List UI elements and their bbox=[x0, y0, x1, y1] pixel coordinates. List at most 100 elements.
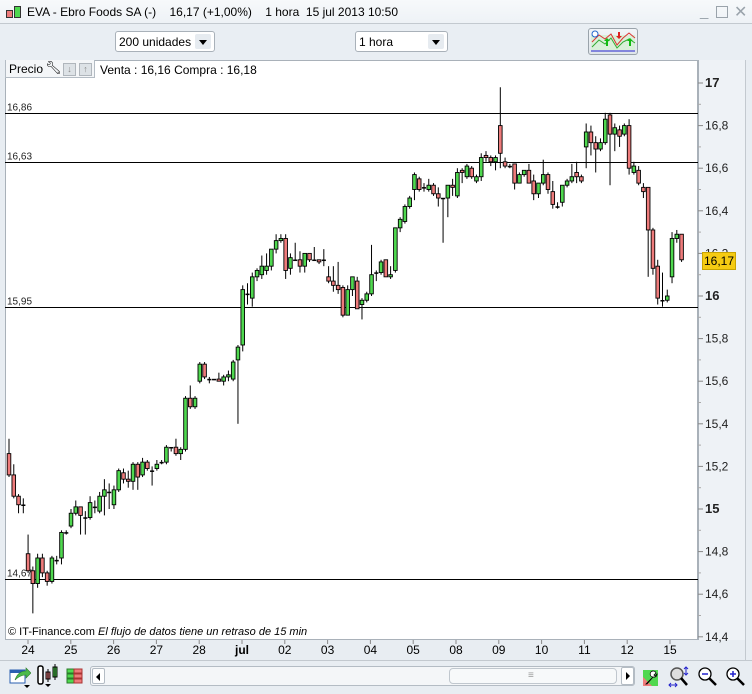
x-tick-label: 05 bbox=[406, 643, 420, 657]
candle-body-up bbox=[474, 176, 479, 182]
x-tick-label: 27 bbox=[149, 643, 164, 657]
candle-body-up bbox=[130, 463, 136, 482]
candle-body-down bbox=[202, 363, 207, 378]
candlestick-chart: 16,8616,6315,9514,671716,816,616,416,216… bbox=[5, 75, 729, 644]
delay-text: El flujo de datos tiene un retraso de 15… bbox=[98, 626, 308, 638]
move-up-icon[interactable]: ↑ bbox=[79, 63, 92, 76]
candle-body-up bbox=[97, 495, 102, 512]
candle bbox=[40, 553, 45, 578]
candle bbox=[517, 172, 522, 184]
candle bbox=[278, 234, 284, 243]
current-price-badge: 16,17 bbox=[702, 252, 736, 270]
candle-body-up bbox=[240, 289, 245, 346]
candle bbox=[130, 462, 136, 490]
y-tick-label: 14,6 bbox=[705, 587, 729, 601]
y-tick-label: 16,4 bbox=[705, 204, 729, 218]
candle-body-up bbox=[226, 374, 231, 378]
candle-body-up bbox=[245, 293, 250, 296]
candle bbox=[569, 163, 575, 184]
candle-body-up bbox=[493, 157, 498, 163]
scrollbar-thumb[interactable]: ≡ bbox=[449, 668, 617, 684]
x-tick-label: jul bbox=[235, 643, 249, 657]
candle-body-up bbox=[612, 127, 618, 135]
candle-body-up bbox=[235, 346, 241, 361]
candle-body-up bbox=[164, 446, 169, 463]
candle bbox=[273, 234, 279, 254]
candle-body-up bbox=[49, 557, 55, 582]
time-axis: 24 25 26 27 28 jul 02 03 04 05 08 09 10 11 12 15 bbox=[5, 641, 745, 659]
candle-body-down bbox=[11, 474, 17, 497]
candle-body-down bbox=[531, 180, 536, 195]
move-down-icon[interactable]: ↓ bbox=[63, 63, 76, 76]
candle-body-down bbox=[16, 495, 21, 506]
horizontal-scrollbar[interactable]: ≡ bbox=[90, 666, 635, 686]
compare-icon[interactable] bbox=[65, 667, 85, 690]
candle bbox=[407, 195, 412, 209]
candle bbox=[197, 362, 203, 384]
y-tick-label: 16,8 bbox=[705, 119, 729, 133]
candle-body-down bbox=[636, 169, 641, 184]
candle bbox=[583, 123, 589, 169]
candle-body-up bbox=[378, 261, 384, 274]
y-tick-label: 14,8 bbox=[705, 545, 729, 559]
candle bbox=[650, 227, 656, 275]
zoom-in-icon[interactable] bbox=[725, 666, 747, 691]
scroll-left-button[interactable] bbox=[92, 668, 105, 684]
candle bbox=[459, 168, 465, 184]
candle bbox=[550, 180, 556, 209]
candle bbox=[612, 123, 618, 152]
candle bbox=[240, 285, 245, 352]
x-tick-label: 26 bbox=[106, 643, 121, 657]
candle bbox=[607, 112, 613, 186]
candle bbox=[288, 253, 293, 275]
candle bbox=[125, 470, 131, 488]
candle-body-up bbox=[83, 517, 88, 519]
x-tick-label: 15 bbox=[663, 643, 677, 657]
bid-ask-quote: Venta : 16,16 Compra : 16,18 bbox=[100, 63, 257, 77]
zoom-fit-icon[interactable] bbox=[668, 666, 690, 691]
candle bbox=[183, 396, 188, 452]
candle-body-down bbox=[188, 397, 193, 408]
candle-body-down bbox=[436, 193, 441, 199]
candle bbox=[545, 172, 551, 194]
candle-body-up bbox=[87, 502, 93, 518]
candle bbox=[636, 166, 641, 186]
candle bbox=[412, 172, 417, 201]
candle bbox=[59, 530, 64, 565]
candle-body-up bbox=[583, 131, 589, 148]
chart-export-icon[interactable] bbox=[9, 665, 32, 692]
candle bbox=[354, 276, 360, 310]
candle-body-up bbox=[669, 238, 675, 278]
candle bbox=[140, 457, 145, 478]
candle bbox=[150, 466, 155, 486]
candle-body-down bbox=[335, 284, 341, 291]
candle-body-up bbox=[302, 252, 307, 267]
candle bbox=[25, 534, 31, 573]
candle bbox=[316, 259, 322, 265]
candle bbox=[397, 217, 403, 233]
candle-body-down bbox=[216, 378, 222, 382]
candle-body-down bbox=[326, 276, 331, 282]
candle bbox=[226, 370, 231, 382]
price-panel-tab[interactable]: Precio 🔧︎ ↓ ↑ bbox=[5, 60, 95, 78]
copyright-link[interactable]: © IT-Finance.com bbox=[8, 626, 95, 638]
candle bbox=[259, 255, 265, 279]
candle bbox=[264, 253, 269, 275]
candle bbox=[359, 298, 365, 320]
settings-icon[interactable] bbox=[642, 667, 660, 690]
candle bbox=[502, 157, 508, 169]
candle bbox=[202, 362, 207, 380]
candle-body-up bbox=[521, 169, 527, 176]
candle bbox=[507, 163, 512, 169]
candle bbox=[660, 272, 665, 307]
candle-body-up bbox=[293, 259, 298, 262]
candle-body-up bbox=[569, 176, 575, 182]
zoom-out-icon[interactable] bbox=[697, 666, 719, 691]
candle-body-up bbox=[259, 265, 265, 276]
candle-body-down bbox=[574, 172, 579, 178]
scroll-right-button[interactable] bbox=[621, 667, 634, 685]
wrench-icon[interactable]: 🔧︎ bbox=[45, 60, 62, 76]
candle-body-down bbox=[297, 259, 303, 267]
chart-type-icon[interactable] bbox=[36, 664, 60, 693]
candle-body-up bbox=[402, 206, 408, 222]
